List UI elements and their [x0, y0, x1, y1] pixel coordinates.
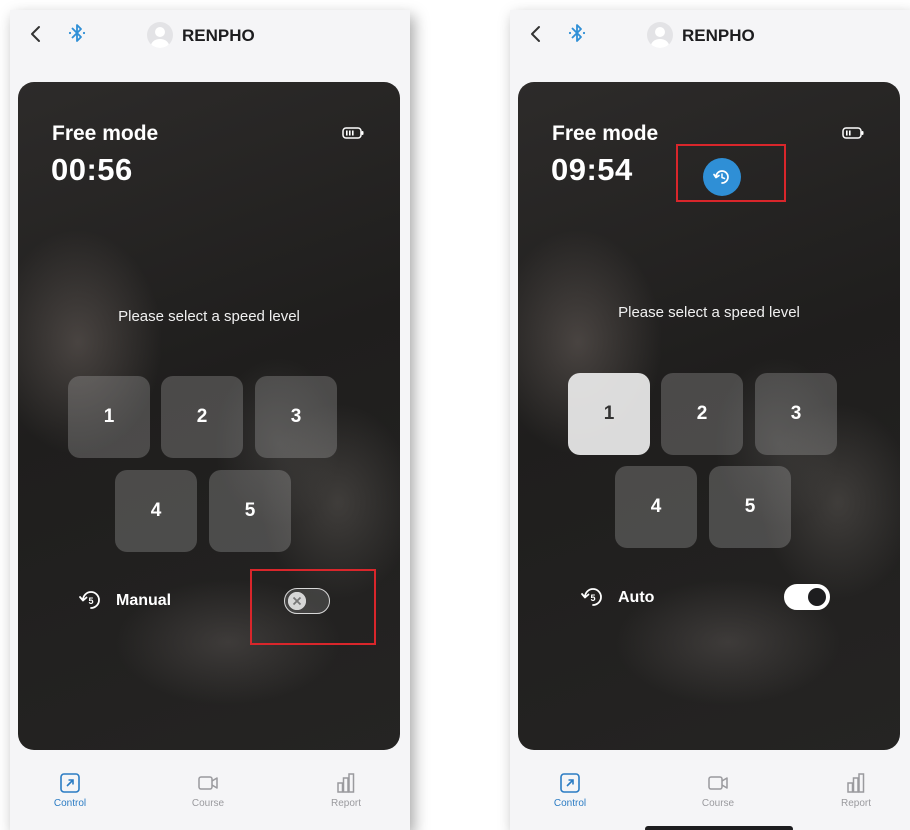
avatar[interactable]	[647, 22, 673, 48]
avatar-icon	[651, 27, 669, 48]
control-card: Free mode 09:54 Please select a speed le…	[518, 82, 900, 750]
mode-label: Auto	[618, 589, 655, 606]
tab-label: Report	[330, 798, 361, 809]
top-bar: RENPHO	[10, 10, 410, 60]
bottom-tab-bar: Control Course Report	[10, 772, 410, 830]
tab-label: Course	[701, 798, 735, 809]
top-bar: RENPHO	[510, 10, 910, 60]
auto-mode-toggle[interactable]	[784, 584, 830, 610]
report-icon	[847, 773, 865, 793]
home-indicator	[645, 826, 793, 830]
mode-label: Manual	[116, 592, 172, 609]
course-icon	[198, 776, 218, 790]
tab-report[interactable]: Report	[816, 772, 896, 809]
tab-course[interactable]: Course	[678, 772, 758, 809]
phone-screen-manual: RENPHO Free mode 00:56 Please select a s…	[10, 10, 410, 830]
timer: 09:54	[551, 152, 633, 187]
tab-control[interactable]: Control	[530, 772, 610, 809]
speed-prompt: Please select a speed level	[618, 304, 800, 321]
bottom-tab-bar: Control Course Report	[510, 772, 910, 830]
mode-title: Free mode	[552, 122, 659, 145]
svg-text:5: 5	[590, 593, 595, 603]
restart-highlight-box	[676, 144, 786, 202]
brand-name: RENPHO	[682, 26, 755, 45]
speed-level-4-button[interactable]: 4	[615, 466, 697, 548]
auto-cycle-icon: 5	[79, 591, 100, 609]
toggle-knob	[808, 587, 826, 606]
speed-level-5-button[interactable]: 5	[709, 466, 791, 548]
brand-name: RENPHO	[182, 26, 255, 45]
control-icon	[560, 773, 580, 793]
tab-label: Control	[53, 798, 87, 809]
control-icon	[60, 773, 80, 793]
timer: 00:56	[51, 152, 133, 187]
speed-level-3-button[interactable]: 3	[755, 373, 837, 455]
phone-screen-auto: RENPHO Free mode 09:54 Please select a s…	[510, 10, 910, 830]
report-icon	[337, 773, 355, 793]
tab-label: Course	[191, 798, 225, 809]
bluetooth-icon[interactable]	[568, 22, 586, 44]
tab-control[interactable]: Control	[30, 772, 110, 809]
back-chevron-icon[interactable]	[528, 24, 544, 44]
auto-cycle-icon: 5	[581, 588, 602, 606]
battery-icon	[842, 127, 864, 139]
speed-level-2-button[interactable]: 2	[661, 373, 743, 455]
back-chevron-icon[interactable]	[28, 24, 44, 44]
toggle-highlight-box	[250, 569, 376, 645]
tab-report[interactable]: Report	[306, 772, 386, 809]
speed-level-1-button[interactable]: 1	[568, 373, 650, 455]
course-icon	[708, 776, 728, 790]
speed-level-3-button[interactable]: 3	[255, 376, 337, 458]
tab-label: Control	[553, 798, 587, 809]
bluetooth-icon[interactable]	[68, 22, 86, 44]
speed-level-1-button[interactable]: 1	[68, 376, 150, 458]
tab-course[interactable]: Course	[168, 772, 248, 809]
control-card: Free mode 00:56 Please select a speed le…	[18, 82, 400, 750]
speed-level-5-button[interactable]: 5	[209, 470, 291, 552]
battery-icon	[342, 127, 364, 139]
avatar-icon	[151, 27, 169, 48]
svg-text:5: 5	[88, 596, 93, 606]
speed-level-4-button[interactable]: 4	[115, 470, 197, 552]
avatar[interactable]	[147, 22, 173, 48]
mode-title: Free mode	[52, 122, 159, 145]
speed-level-2-button[interactable]: 2	[161, 376, 243, 458]
speed-prompt: Please select a speed level	[118, 308, 300, 325]
tab-label: Report	[840, 798, 871, 809]
